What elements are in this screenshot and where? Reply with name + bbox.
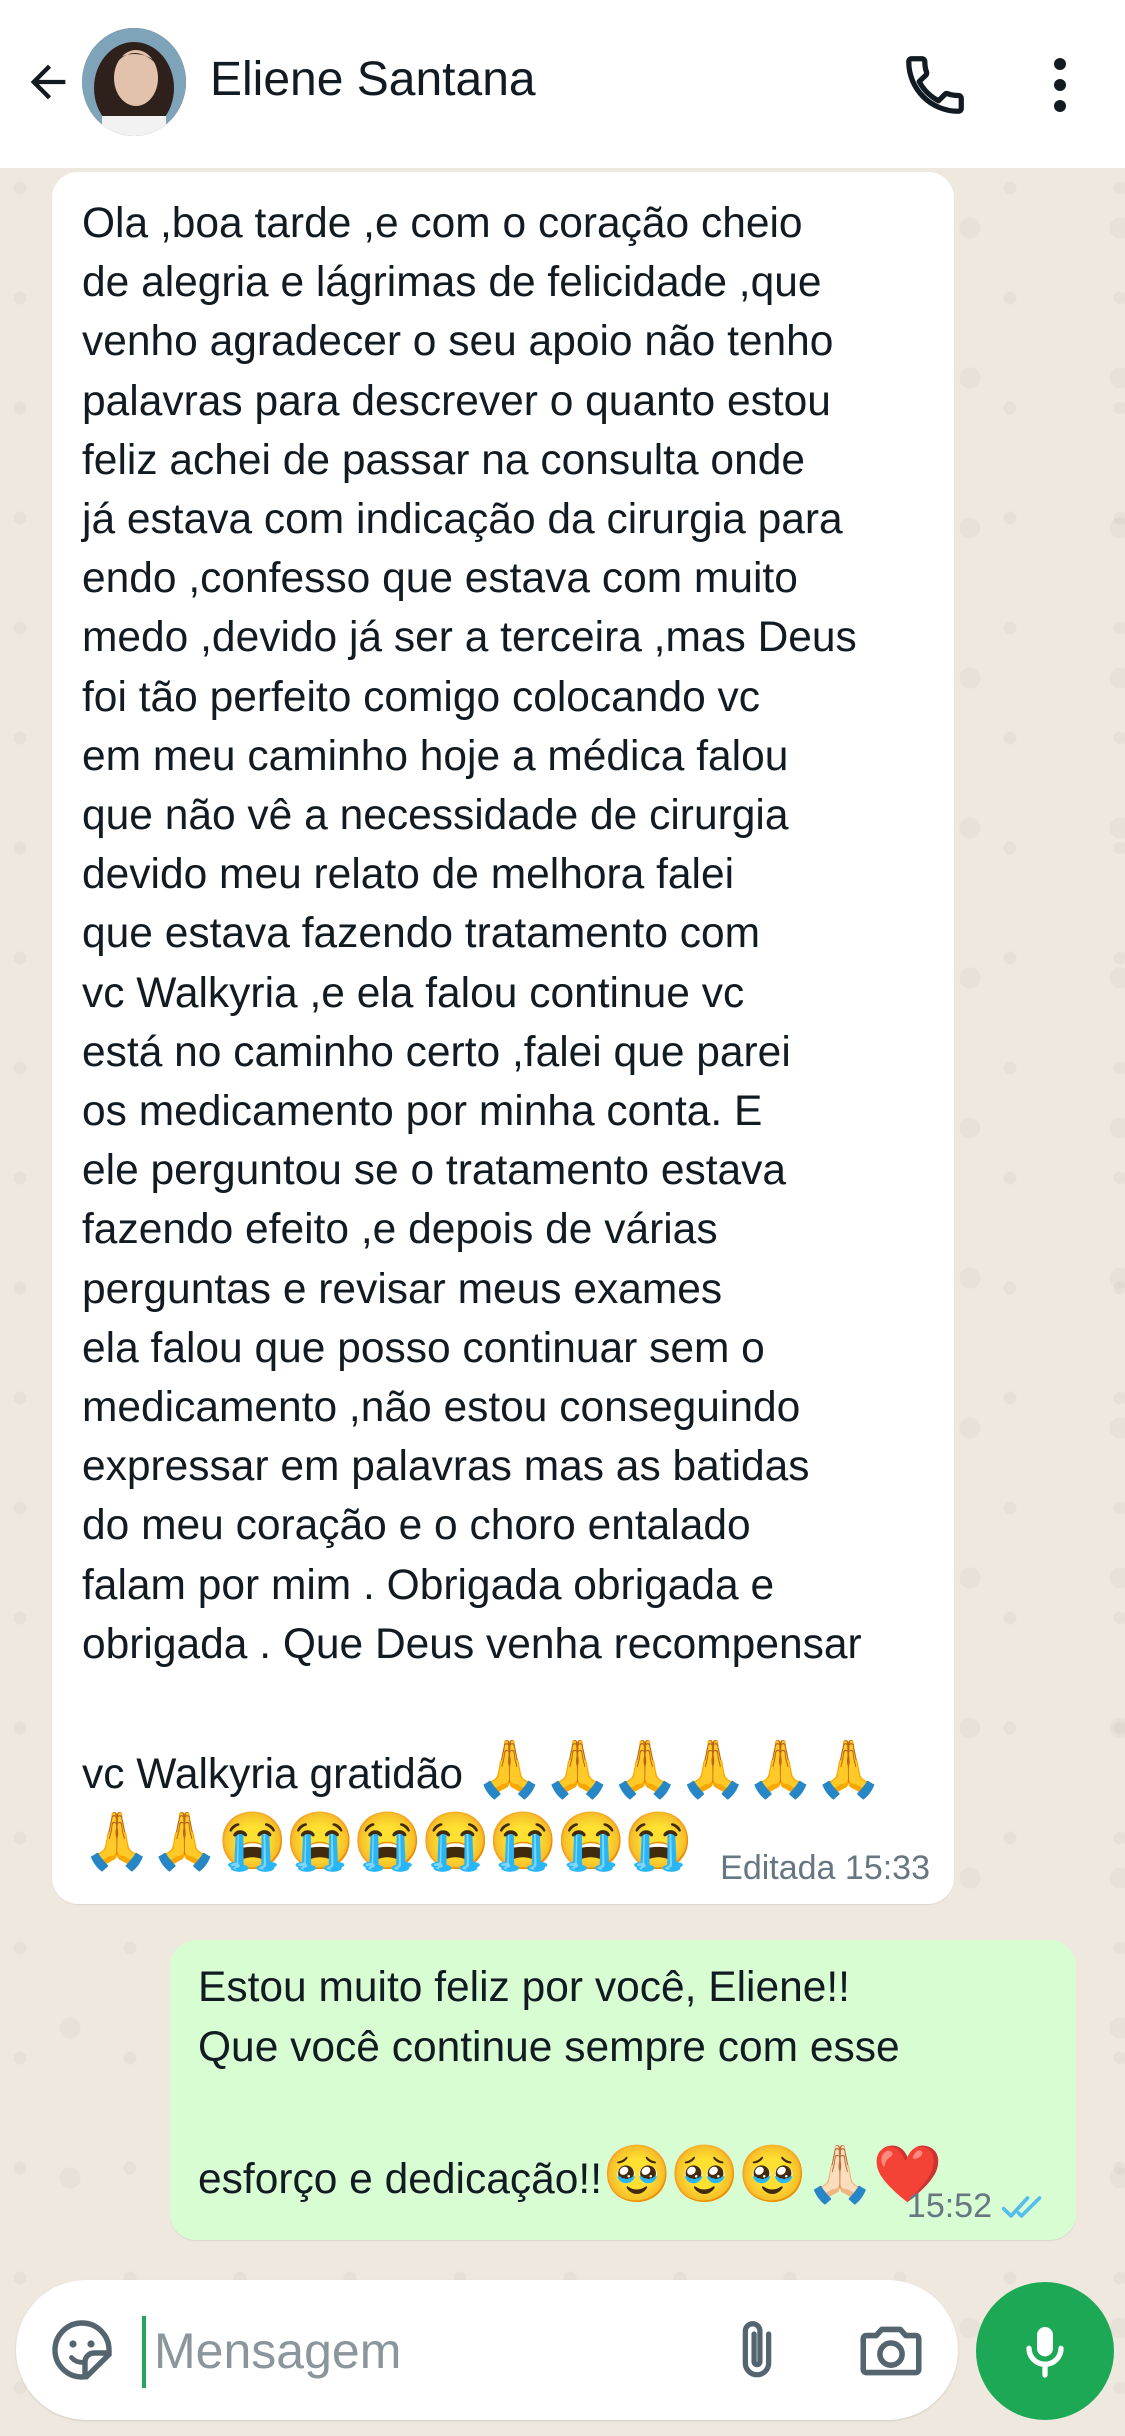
paperclip-icon <box>742 2321 772 2378</box>
message-text: Estou muito feliz por você, Eliene!! Que… <box>198 1964 900 2071</box>
message-text: Ola ,boa tarde ,e com o coração cheio de… <box>82 200 862 1668</box>
message-last-line: vc Walkyria gratidão 🙏🙏🙏🙏🙏🙏 <box>82 1674 924 1805</box>
sticker-icon <box>52 2320 112 2380</box>
camera-button[interactable] <box>854 2314 928 2388</box>
message-emojis: 🥹🥹🥹🙏🏻❤️ <box>602 2142 943 2205</box>
text-cursor <box>142 2316 146 2388</box>
more-options-button[interactable] <box>1030 50 1090 120</box>
message-timestamp: 15:52 <box>906 2187 992 2225</box>
phone-icon <box>906 56 964 114</box>
message-meta: 15:52 <box>907 2187 1050 2226</box>
emoji-sticker-button[interactable] <box>46 2314 118 2386</box>
message-last-line-text: vc Walkyria gratidão <box>82 1751 475 1799</box>
dot <box>1054 100 1066 112</box>
message-last-line-text: esforço e dedicação!! <box>198 2156 602 2203</box>
message-composer <box>16 2280 958 2420</box>
message-emojis: 🙏🙏🙏🙏🙏🙏 <box>474 1737 883 1801</box>
dot <box>1054 79 1066 91</box>
chat-header: Eliene Santana <box>0 0 1125 168</box>
avatar[interactable] <box>82 28 186 136</box>
voice-call-button[interactable] <box>900 50 970 120</box>
message-input[interactable] <box>152 2310 716 2392</box>
voice-message-button[interactable] <box>976 2282 1114 2420</box>
avatar-photo <box>82 28 186 136</box>
camera-icon <box>860 2326 922 2376</box>
dot <box>1054 58 1066 70</box>
contact-name[interactable]: Eliene Santana <box>210 52 536 107</box>
back-button[interactable] <box>18 42 78 122</box>
microphone-icon <box>1026 2327 1064 2378</box>
arrow-left-icon <box>30 64 66 100</box>
incoming-message-bubble[interactable]: Ola ,boa tarde ,e com o coração cheio de… <box>52 172 954 1904</box>
outgoing-message-bubble[interactable]: Estou muito feliz por você, Eliene!! Que… <box>170 1940 1076 2240</box>
attach-button[interactable] <box>722 2310 792 2390</box>
read-ticks-icon <box>1002 2195 1042 2218</box>
message-timestamp: Editada 15:33 <box>720 1849 930 1887</box>
